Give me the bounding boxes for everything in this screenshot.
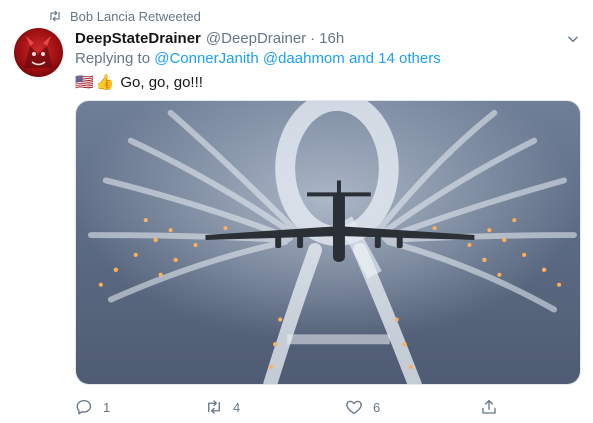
tweet-header: DeepStateDrainer @DeepDrainer · 16h (75, 28, 344, 48)
us-flag-icon: 🇺🇸 (75, 74, 94, 91)
tweet-actions: 1 4 6 (75, 396, 505, 418)
retweet-icon (208, 400, 220, 414)
reply-conjunction: and (344, 50, 379, 67)
tweet-text: 🇺🇸 👍 Go, go, go!!! (75, 71, 203, 93)
retweet-button[interactable]: 4 (205, 396, 240, 418)
aircraft-flares-image (76, 101, 580, 384)
reply-count: 1 (103, 399, 111, 415)
retweet-context: Bob Lancia Retweeted (48, 6, 201, 26)
reply-mention-2[interactable]: @daahmom (263, 50, 345, 67)
like-button[interactable]: 6 (345, 396, 380, 418)
thumbs-up-icon: 👍 (95, 74, 115, 91)
tweet-image[interactable] (75, 100, 581, 385)
retweet-count: 4 (233, 399, 241, 415)
reply-others-link[interactable]: 14 others (378, 50, 441, 67)
share-button[interactable] (480, 396, 498, 418)
replying-prefix: Replying to (75, 50, 155, 67)
reply-button[interactable]: 1 (75, 396, 110, 418)
reply-mention-1[interactable]: @ConnerJanith (154, 50, 258, 67)
share-icon (482, 399, 496, 414)
heart-icon (346, 400, 362, 415)
chevron-down-icon (568, 36, 578, 43)
retweet-label[interactable]: Bob Lancia Retweeted (70, 9, 201, 24)
tweet-body: Go, go, go!!! (120, 73, 203, 91)
user-handle[interactable]: @DeepDrainer (206, 30, 306, 47)
more-options-button[interactable] (562, 28, 584, 50)
timestamp[interactable]: 16h (319, 30, 344, 47)
avatar[interactable] (14, 28, 63, 77)
replying-to: Replying to @ConnerJanith @daahmom and 1… (75, 50, 441, 70)
separator-dot: · (310, 29, 316, 47)
display-name[interactable]: DeepStateDrainer (75, 30, 201, 47)
red-mascot-icon (24, 36, 53, 68)
reply-icon (76, 399, 92, 415)
retweet-icon (50, 10, 60, 22)
like-count: 6 (373, 399, 381, 415)
